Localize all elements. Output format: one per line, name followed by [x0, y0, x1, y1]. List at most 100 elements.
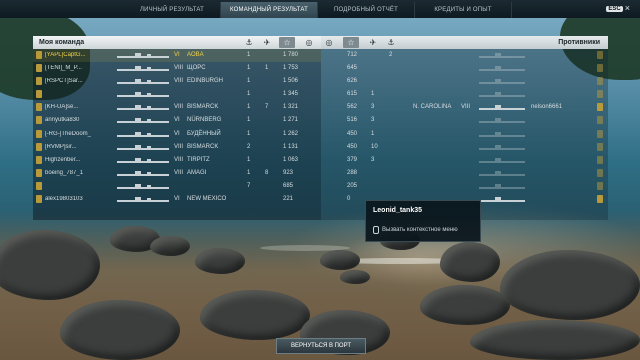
table-row[interactable]: 516 3 — [321, 114, 608, 127]
tab-detailed-report[interactable]: ПОДРОБНЫЙ ОТЧЁТ — [318, 2, 415, 18]
ship-silhouette-icon — [117, 92, 169, 98]
frags-value: 1 — [247, 117, 251, 124]
table-row[interactable]: [YAPL]CaptG... VI AOBA 1 1 780 — [33, 49, 321, 63]
player-name[interactable]: [RVMP]sir... — [45, 144, 115, 150]
table-row[interactable]: 7 685 — [33, 180, 321, 193]
table-row[interactable]: 712 2 — [321, 49, 608, 62]
player-name[interactable]: alex19803103 — [45, 196, 115, 202]
table-row[interactable]: 450 10 — [321, 141, 608, 154]
rock — [470, 320, 640, 360]
player-name[interactable]: Highzenber... — [45, 157, 115, 163]
rank-badge-icon — [36, 64, 42, 73]
table-row[interactable]: 288 — [321, 167, 608, 180]
capture-icon[interactable]: ◎ — [301, 37, 317, 48]
base-xp-icon[interactable]: ☆ — [279, 37, 295, 48]
table-row[interactable]: [RSPCT]Sar... VIII EDINBURGH 1 1 506 — [33, 75, 321, 88]
frags-value: 2 — [247, 143, 251, 150]
ship-silhouette-icon — [117, 53, 169, 58]
player-name[interactable]: [YAPL]CaptG... — [45, 52, 115, 58]
ship-tier: VIII — [461, 104, 471, 111]
capture-icon[interactable]: ◎ — [321, 37, 337, 48]
ship-silhouette-icon — [117, 183, 169, 189]
xp-value: 1 131 — [283, 143, 299, 150]
xp-value: 685 — [283, 182, 294, 189]
frags-value: 1 — [247, 78, 251, 85]
table-row[interactable]: 615 1 — [321, 88, 608, 101]
ship-silhouette-icon — [479, 170, 525, 176]
xp-value: 1 063 — [283, 156, 299, 163]
table-row[interactable]: Highzenber... VIII TIRPITZ 1 1 063 — [33, 154, 321, 167]
frags-value: 1 — [247, 104, 251, 111]
player-name[interactable]: [-RG-]TheDoom_ — [45, 131, 115, 137]
table-row[interactable]: [KH-UA]se... VIII BISMARCK 1 7 1 321 — [33, 101, 321, 114]
ship-silhouette-icon — [117, 157, 169, 163]
tab-team-result[interactable]: КОМАНДНЫЙ РЕЗУЛЬТАТ — [221, 2, 318, 18]
rock — [200, 290, 310, 340]
ship-tier: VIII — [174, 78, 184, 85]
frags-value: 1 — [247, 65, 251, 72]
table-row[interactable]: boeing_787_1 VIII AMAGI 1 8 923 — [33, 167, 321, 180]
xp-value: 1 753 — [283, 65, 299, 72]
close-button[interactable]: ESC × — [606, 4, 630, 13]
rank-badge-icon — [597, 116, 603, 125]
xp-value: 923 — [283, 169, 294, 176]
xp-value: 379 — [347, 156, 358, 163]
tooltip-action: Вызвать контекстное меню — [373, 226, 458, 234]
player-tooltip: Leonid_tank35 Вызвать контекстное меню — [365, 200, 481, 242]
table-row[interactable]: 562 3 N. CAROLINA VIII nelson6661 — [321, 101, 608, 114]
base-xp-icon[interactable]: ☆ — [343, 37, 359, 48]
player-name[interactable]: annyutka830 — [45, 117, 115, 123]
player-name[interactable]: [RSPCT]Sar... — [45, 78, 115, 84]
table-row[interactable]: 450 1 — [321, 128, 608, 141]
xp-value: 0 — [347, 196, 351, 203]
ship-name: ЩОРС — [187, 65, 206, 72]
ship-silhouette-icon — [479, 66, 525, 72]
planes-value: 1 — [371, 130, 375, 137]
frags-value: 1 — [247, 130, 251, 137]
rank-badge-icon — [36, 77, 42, 86]
top-bar: ЛИЧНЫЙ РЕЗУЛЬТАТ КОМАНДНЫЙ РЕЗУЛЬТАТ ПОД… — [0, 0, 640, 18]
rank-badge-icon — [597, 103, 603, 112]
ship-silhouette-icon — [479, 183, 525, 189]
table-row[interactable]: [RVMP]sir... VIII BISMARCK 2 1 131 — [33, 141, 321, 154]
ship-tier: VIII — [174, 65, 184, 72]
table-row[interactable]: annyutka830 VI NÜRNBERG 1 1 271 — [33, 114, 321, 127]
ship-name: AMAGI — [187, 169, 207, 176]
table-row[interactable]: 1 1 345 — [33, 88, 321, 101]
planes-icon[interactable]: ✈ — [365, 37, 381, 48]
player-name[interactable]: [KH-UA]se... — [45, 104, 115, 110]
rank-badge-icon — [36, 103, 42, 112]
player-name[interactable]: [TENI]_M_P... — [45, 65, 115, 71]
enemy-team-title: Противники — [558, 39, 600, 46]
frags-icon[interactable]: ⚓ — [383, 37, 399, 48]
table-row[interactable]: 626 — [321, 75, 608, 88]
table-row[interactable]: alex19803103 VI NEW MEXICO 221 — [33, 193, 321, 206]
rock — [150, 236, 190, 256]
tab-credits-xp[interactable]: КРЕДИТЫ И ОПЫТ — [415, 2, 512, 18]
rank-badge-icon — [36, 116, 42, 125]
rock — [440, 242, 500, 282]
table-row[interactable]: 645 — [321, 62, 608, 75]
tab-personal-result[interactable]: ЛИЧНЫЙ РЕЗУЛЬТАТ — [124, 2, 221, 18]
ship-silhouette-icon — [479, 79, 525, 85]
frags-icon[interactable]: ⚓ — [241, 37, 257, 48]
table-row[interactable]: 205 — [321, 180, 608, 193]
table-row[interactable]: [-RG-]TheDoom_ VI БУДЁННЫЙ 1 1 262 — [33, 128, 321, 141]
ship-silhouette-icon — [479, 131, 525, 137]
xp-value: 1 271 — [283, 117, 299, 124]
table-row[interactable]: 379 3 — [321, 154, 608, 167]
rank-badge-icon — [36, 195, 42, 204]
xp-value: 712 — [347, 52, 358, 58]
player-name[interactable]: nelson6661 — [531, 104, 562, 110]
table-row[interactable]: [TENI]_M_P... VIII ЩОРС 1 1 1 753 — [33, 62, 321, 75]
ship-silhouette-icon — [479, 92, 525, 98]
player-name[interactable]: boeing_787_1 — [45, 170, 115, 176]
ship-tier: VIII — [174, 156, 184, 163]
frags-value: 7 — [247, 182, 251, 189]
rank-badge-icon — [597, 51, 603, 59]
rank-badge-icon — [597, 129, 603, 138]
planes-icon[interactable]: ✈ — [259, 37, 275, 48]
close-icon: × — [624, 3, 630, 13]
return-to-port-button[interactable]: ВЕРНУТЬСЯ В ПОРТ — [276, 338, 366, 354]
planes-value: 1 — [265, 65, 269, 72]
